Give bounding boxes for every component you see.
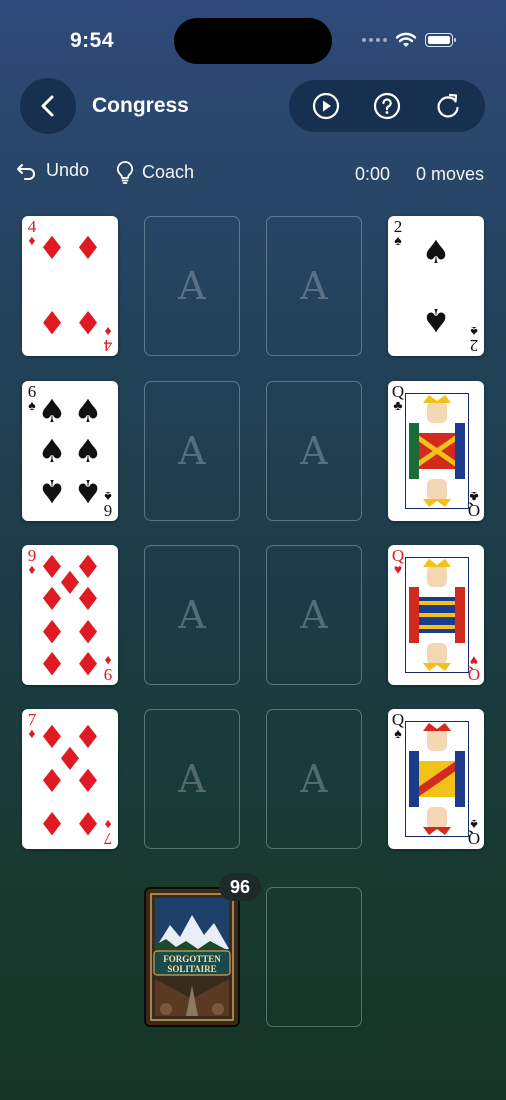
card-rank-index: 6 ♠: [103, 488, 113, 520]
play-circle-icon: [312, 92, 339, 120]
status-icons: [362, 32, 456, 48]
diamond-pip-icon: ♦: [37, 229, 67, 267]
foundation-slot-label: A: [178, 593, 206, 637]
foundation-slot[interactable]: A: [266, 709, 362, 849]
foundation-slot[interactable]: A: [266, 381, 362, 521]
foundation-slot-label: A: [300, 757, 328, 801]
card-rank-index: 2 ♠: [469, 323, 479, 355]
undo-label: Undo: [46, 160, 90, 180]
spade-pip-icon: ♠: [73, 432, 103, 470]
tableau-card-right-2[interactable]: Q ♣ Q ♣: [388, 381, 484, 521]
move-counter: 0 moves: [416, 164, 485, 184]
queen-of-clubs-art: [405, 393, 469, 509]
coach-button[interactable]: Coach: [116, 160, 194, 184]
card-rank-index: Q ♣: [391, 382, 405, 414]
card-rank-index: Q ♥: [391, 546, 405, 578]
diamond-pip-icon: ♦: [37, 303, 67, 341]
tableau-card-left-3[interactable]: 9 ♦ ♦ ♦ ♦ ♦ ♦ ♦ ♦ ♦ ♦ 9 ♦: [22, 545, 118, 685]
question-circle-icon: [373, 92, 401, 120]
spade-pip-icon: ♠: [73, 392, 103, 430]
queen-of-hearts-art: [405, 557, 469, 673]
help-button[interactable]: [363, 82, 411, 130]
tableau-card-left-4[interactable]: 7 ♦ ♦ ♦ ♦ ♦ ♦ ♦ ♦ 7 ♦: [22, 709, 118, 849]
play-button[interactable]: [302, 82, 350, 130]
wifi-icon: [395, 32, 417, 47]
page-title: Congress: [92, 94, 189, 117]
foundation-slot[interactable]: A: [144, 545, 240, 685]
tableau-card-right-1[interactable]: 2 ♠ ♠ ♠ 2 ♠: [388, 216, 484, 356]
foundation-slot[interactable]: A: [144, 709, 240, 849]
tableau-card-left-2[interactable]: 6 ♠ ♠ ♠ ♠ ♠ ♠ ♠ 6 ♠: [22, 381, 118, 521]
status-time: 9:54: [70, 29, 115, 52]
spade-pip-icon: ♠: [37, 392, 67, 430]
card-rank-index: 7 ♦: [103, 816, 113, 848]
spade-pip-icon: ♠: [37, 432, 67, 470]
header-actions: [289, 80, 485, 132]
queen-of-spades-art: [405, 721, 469, 837]
chevron-left-icon: [41, 95, 54, 117]
back-button[interactable]: [20, 78, 76, 134]
foundation-slot-label: A: [300, 593, 328, 637]
foundation-slot[interactable]: A: [266, 545, 362, 685]
diamond-pip-icon: ♦: [37, 762, 67, 800]
diamond-pip-icon: ♦: [37, 644, 67, 682]
foundation-slot-label: A: [178, 264, 206, 308]
timer: 0:00: [355, 164, 391, 184]
foundation-slot-label: A: [178, 757, 206, 801]
undo-button[interactable]: Undo: [16, 160, 89, 181]
card-rank-index: Q ♥: [467, 652, 481, 684]
foundation-slot-label: A: [300, 429, 328, 473]
stock-count-badge: 96: [219, 873, 261, 901]
restart-button[interactable]: [424, 82, 472, 130]
foundation-slot[interactable]: A: [266, 216, 362, 356]
diamond-pip-icon: ♦: [37, 804, 67, 842]
card-back-title-line2: SOLITAIRE: [167, 964, 216, 974]
diamond-pip-icon: ♦: [73, 229, 103, 267]
refresh-icon: [437, 93, 459, 118]
tableau-card-left-1[interactable]: 4 ♦ ♦ ♦ ♦ ♦ 4 ♦: [22, 216, 118, 356]
tableau-card-right-4[interactable]: Q ♠ Q ♠: [388, 709, 484, 849]
foundation-slot[interactable]: A: [144, 381, 240, 521]
spade-pip-icon: ♠: [421, 233, 451, 271]
card-back-art: FORGOTTEN SOLITAIRE: [146, 889, 238, 1025]
foundation-slot-label: A: [300, 264, 328, 308]
foundation-slot-label: A: [178, 429, 206, 473]
spade-pip-icon: ♠: [421, 301, 451, 339]
card-back-title-line1: FORGOTTEN: [163, 954, 221, 964]
card-rank-index: 4 ♦: [103, 323, 113, 355]
lightbulb-icon: [116, 161, 134, 184]
signal-icon: [362, 38, 387, 42]
card-rank-index: 2 ♠: [393, 217, 403, 249]
diamond-pip-icon: ♦: [37, 612, 67, 650]
card-rank-index: 9 ♦: [103, 652, 113, 684]
spade-pip-icon: ♠: [37, 472, 67, 510]
card-rank-index: Q ♣: [467, 488, 481, 520]
card-rank-index: Q ♠: [391, 710, 405, 742]
stock-pile[interactable]: FORGOTTEN SOLITAIRE: [144, 887, 240, 1027]
coach-label: Coach: [142, 161, 195, 182]
undo-icon: [17, 163, 35, 180]
tableau-card-right-3[interactable]: Q ♥ Q ♥: [388, 545, 484, 685]
battery-icon: [425, 33, 456, 47]
dynamic-island: [174, 18, 332, 64]
foundation-slot[interactable]: A: [144, 216, 240, 356]
card-rank-index: Q ♠: [467, 816, 481, 848]
diamond-pip-icon: ♦: [73, 762, 103, 800]
waste-slot[interactable]: [266, 887, 362, 1027]
diamond-pip-icon: ♦: [73, 612, 103, 650]
diamond-pip-icon: ♦: [55, 564, 85, 602]
